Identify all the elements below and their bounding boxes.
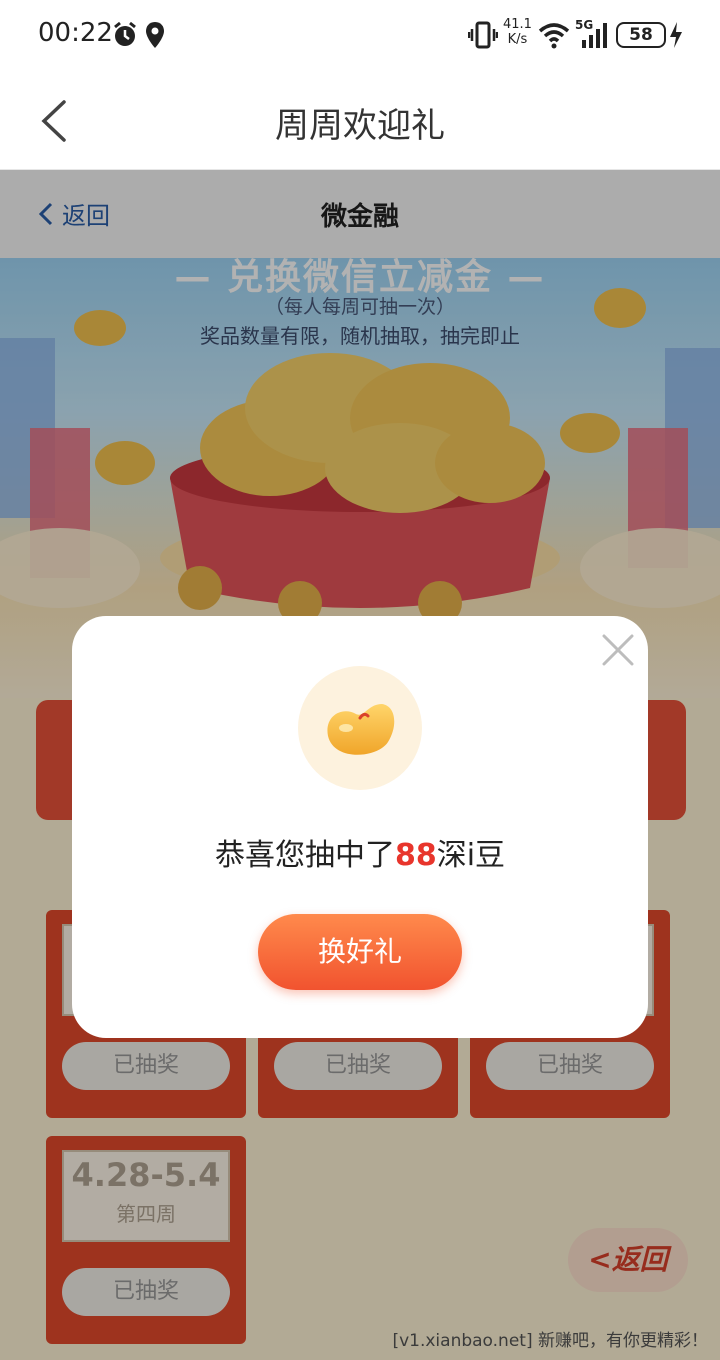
app-title-bar: 周周欢迎礼 <box>0 72 720 170</box>
page-title: 周周欢迎礼 <box>275 106 445 146</box>
prize-message-prefix: 恭喜您抽中了 <box>214 838 395 873</box>
prize-amount: 88 <box>394 838 437 873</box>
wifi-icon <box>538 23 570 49</box>
status-time: 00:22 <box>38 18 113 48</box>
net-speed: 41.1 K/s <box>503 17 532 47</box>
prize-dialog: 恭喜您抽中了88深i豆 换好礼 <box>72 616 648 1038</box>
battery-indicator: 58 <box>616 22 666 48</box>
signal-icon <box>582 23 607 48</box>
vibrate-icon <box>468 21 498 49</box>
alarm-icon <box>114 21 136 46</box>
prize-message: 恭喜您抽中了88深i豆 <box>72 830 648 874</box>
status-bar: 00:22 41.1 K/s 5G 58 <box>0 0 720 72</box>
close-icon[interactable] <box>600 632 636 668</box>
redeem-gift-button[interactable]: 换好礼 <box>258 914 462 990</box>
bean-icon <box>327 704 395 755</box>
charging-icon <box>670 22 682 48</box>
net-speed-unit: K/s <box>507 32 528 47</box>
bean-badge <box>298 666 422 790</box>
net-speed-value: 41.1 <box>503 17 532 32</box>
location-icon <box>146 22 164 48</box>
prize-unit: 深i豆 <box>436 838 506 873</box>
